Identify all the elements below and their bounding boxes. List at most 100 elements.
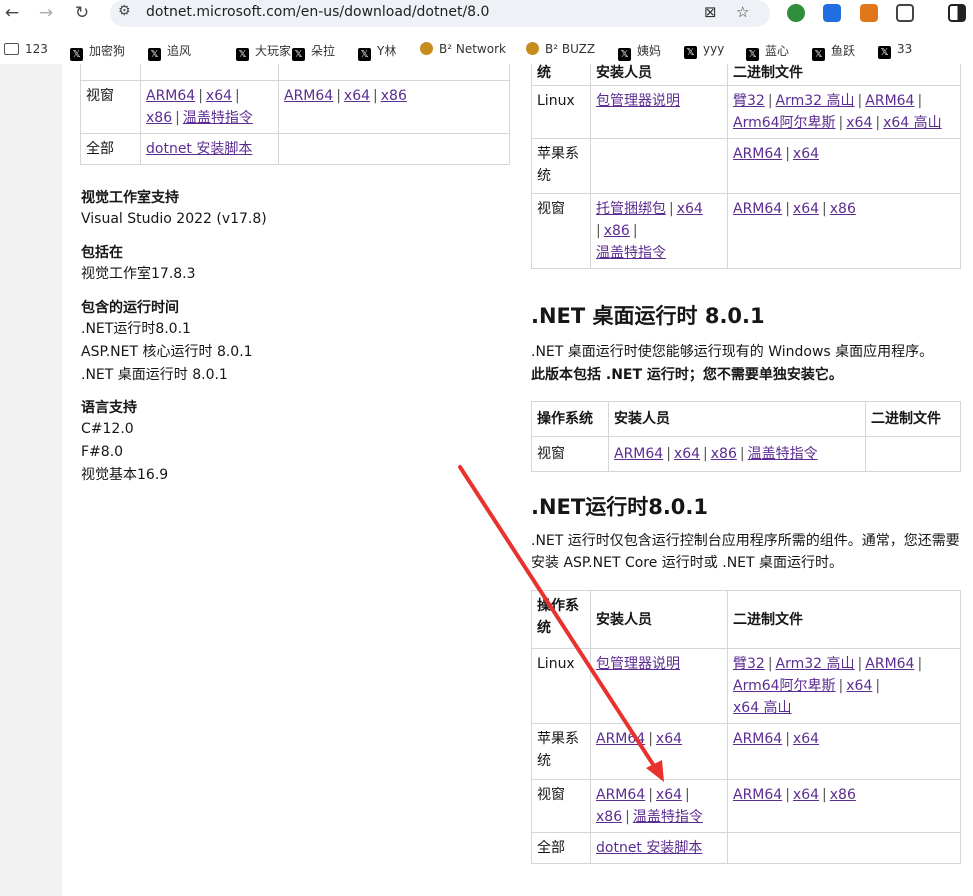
link-arm64[interactable]: ARM64 (146, 88, 195, 104)
translate-icon[interactable]: ⊠ (704, 3, 717, 21)
runtime-title: .NET运行时8.0.1 (531, 495, 709, 519)
link-package-manager[interactable]: 包管理器说明 (596, 656, 680, 672)
link-arm64[interactable]: ARM64 (733, 201, 782, 217)
bookmark-item[interactable]: B² Network (420, 42, 506, 56)
bookmark-item[interactable]: 𝕏 大玩家 (236, 42, 291, 61)
link-x86[interactable]: x86 (381, 88, 407, 104)
link-arm64[interactable]: ARM64 (733, 146, 782, 162)
link-arm32-alpine[interactable]: Arm32 高山 (776, 93, 855, 109)
reload-icon[interactable]: ↻ (70, 2, 94, 24)
table-header-row: 操作系统 安装人员 二进制文件 (531, 401, 961, 437)
link-x86[interactable]: x86 (146, 110, 172, 126)
aspnet-table: 统 安装人员 二进制文件 Linux 包管理器说明 臂32 | Arm32 高山 | A… (531, 64, 961, 269)
site-settings-icon[interactable]: ⚙ (118, 3, 131, 19)
link-x64[interactable]: x64 (344, 88, 370, 104)
link-x64[interactable]: x64 (846, 678, 872, 694)
bookmark-item[interactable]: B² BUZZ (526, 42, 595, 56)
link-winget[interactable]: 温盖特指令 (633, 809, 703, 825)
url-text[interactable]: dotnet.microsoft.com/en-us/download/dotn… (146, 4, 489, 20)
link-arm32[interactable]: 臂32 (733, 656, 765, 672)
bookmark-label: 鱼跃 (831, 44, 856, 58)
link-x64[interactable]: x64 (846, 115, 872, 131)
link-winget[interactable]: 温盖特指令 (748, 446, 818, 462)
link-x86[interactable]: x86 (604, 223, 630, 239)
bookmark-item[interactable]: 𝕏 33 (878, 42, 912, 59)
metamask-fox-icon[interactable] (860, 4, 878, 22)
link-x64[interactable]: x64 (674, 446, 700, 462)
link-arm64[interactable]: ARM64 (733, 787, 782, 803)
os-cell: 全部 (531, 832, 591, 864)
link-x86[interactable]: x86 (711, 446, 737, 462)
x-logo-icon: 𝕏 (878, 46, 891, 59)
bookmark-item[interactable]: 𝕏 追风 (148, 42, 191, 61)
link-package-manager[interactable]: 包管理器说明 (596, 93, 680, 109)
link-x64-alpine[interactable]: x64 高山 (733, 700, 792, 716)
extension-flag-icon[interactable] (823, 4, 841, 22)
bookmark-label: B² Network (439, 42, 506, 56)
binaries-cell: ARM64 | x64 (727, 137, 961, 194)
runtime-table: 操作系统 安装人员 二进制文件 Linux 包管理器说明 臂32 | Arm32 高… (531, 590, 961, 864)
bookmark-item[interactable]: 𝕏 Y林 (358, 42, 396, 61)
forward-icon[interactable]: → (34, 2, 58, 24)
bookmark-item[interactable]: 𝕏 加密狗 (70, 42, 125, 61)
link-x64-target[interactable]: x64 (656, 787, 682, 803)
link-arm64[interactable]: ARM64 (733, 731, 782, 747)
bookmark-item[interactable]: 123 (4, 42, 48, 56)
table-header-row: 统 安装人员 二进制文件 (531, 64, 961, 86)
link-x64[interactable]: x64 (793, 787, 819, 803)
bookmark-item[interactable]: 𝕏 朵拉 (292, 42, 335, 61)
link-arm32[interactable]: 臂32 (733, 93, 765, 109)
coin-icon (420, 42, 433, 55)
link-arm64[interactable]: ARM64 (596, 787, 645, 803)
table-row: Linux 包管理器说明 臂32 | Arm32 高山 | ARM64 | Arm64阿尔… (531, 648, 961, 724)
os-cell: Linux (531, 84, 591, 139)
bookmark-star-icon[interactable]: ☆ (736, 3, 749, 21)
table-row: 视窗 ARM64 | x64 | x86 | 温盖特指令 (531, 436, 961, 472)
bookmark-item[interactable]: 𝕏 鱼跃 (812, 42, 855, 61)
link-x64[interactable]: x64 (656, 731, 682, 747)
link-arm64[interactable]: ARM64 (284, 88, 333, 104)
link-winget[interactable]: 温盖特指令 (596, 245, 666, 261)
link-arm64[interactable]: ARM64 (865, 93, 914, 109)
extension-globe-icon[interactable] (787, 4, 805, 22)
runtime-item: .NET 桌面运行时 8.0.1 (81, 367, 228, 383)
link-arm64[interactable]: ARM64 (614, 446, 663, 462)
bookmark-item[interactable]: 𝕏yyy (684, 42, 724, 59)
link-arm64-alpine[interactable]: Arm64阿尔卑斯 (733, 678, 836, 694)
binaries-cell: ARM64 | x64 | x86 (727, 192, 961, 269)
link-x64[interactable]: x64 (793, 146, 819, 162)
bookmark-label: Y林 (377, 44, 397, 58)
link-x64-alpine[interactable]: x64 高山 (883, 115, 942, 131)
language-item: F#8.0 (81, 444, 124, 460)
link-x64[interactable]: x64 (206, 88, 232, 104)
extensions-puzzle-icon[interactable] (896, 4, 914, 22)
link-arm64[interactable]: ARM64 (596, 731, 645, 747)
header-binaries: 二进制文件 (727, 590, 961, 649)
bookmarks-bar: 123 𝕏 加密狗 𝕏 追风 𝕏 大玩家 𝕏 朵拉 𝕏 Y林 B² Network B² BUZZ 𝕏 姨妈… (0, 36, 973, 64)
x-logo-icon: 𝕏 (684, 46, 697, 59)
link-arm64[interactable]: ARM64 (865, 656, 914, 672)
desktop-runtime-title: .NET 桌面运行时 8.0.1 (531, 304, 765, 328)
link-install-script[interactable]: dotnet 安装脚本 (596, 840, 702, 856)
link-arm64-alpine[interactable]: Arm64阿尔卑斯 (733, 115, 836, 131)
x-logo-icon: 𝕏 (292, 48, 305, 61)
link-install-script[interactable]: dotnet 安装脚本 (146, 141, 252, 157)
link-x64[interactable]: x64 (677, 201, 703, 217)
bookmark-item[interactable]: 𝕏 姨妈 (618, 42, 661, 61)
binaries-cell: 臂32 | Arm32 高山 | ARM64 | Arm64阿尔卑斯 | x64 | x64 高山 (727, 84, 961, 139)
bookmark-item[interactable]: 𝕏 蓝心 (746, 42, 789, 61)
link-x64[interactable]: x64 (793, 731, 819, 747)
link-x64[interactable]: x64 (793, 201, 819, 217)
link-arm32-alpine[interactable]: Arm32 高山 (776, 656, 855, 672)
link-winget[interactable]: 温盖特指令 (183, 110, 253, 126)
runtime-item: .NET运行时8.0.1 (81, 321, 191, 337)
back-icon[interactable]: ← (0, 2, 24, 24)
link-x86[interactable]: x86 (596, 809, 622, 825)
link-x86[interactable]: x86 (830, 787, 856, 803)
side-panel-icon[interactable] (948, 4, 966, 22)
os-cell: 苹果系统 (531, 137, 591, 194)
address-bar[interactable]: ⚙ dotnet.microsoft.com/en-us/download/do… (110, 0, 770, 27)
bookmark-label: 33 (897, 42, 913, 56)
link-x86[interactable]: x86 (830, 201, 856, 217)
link-hosting-bundle[interactable]: 托管捆绑包 (596, 201, 666, 217)
